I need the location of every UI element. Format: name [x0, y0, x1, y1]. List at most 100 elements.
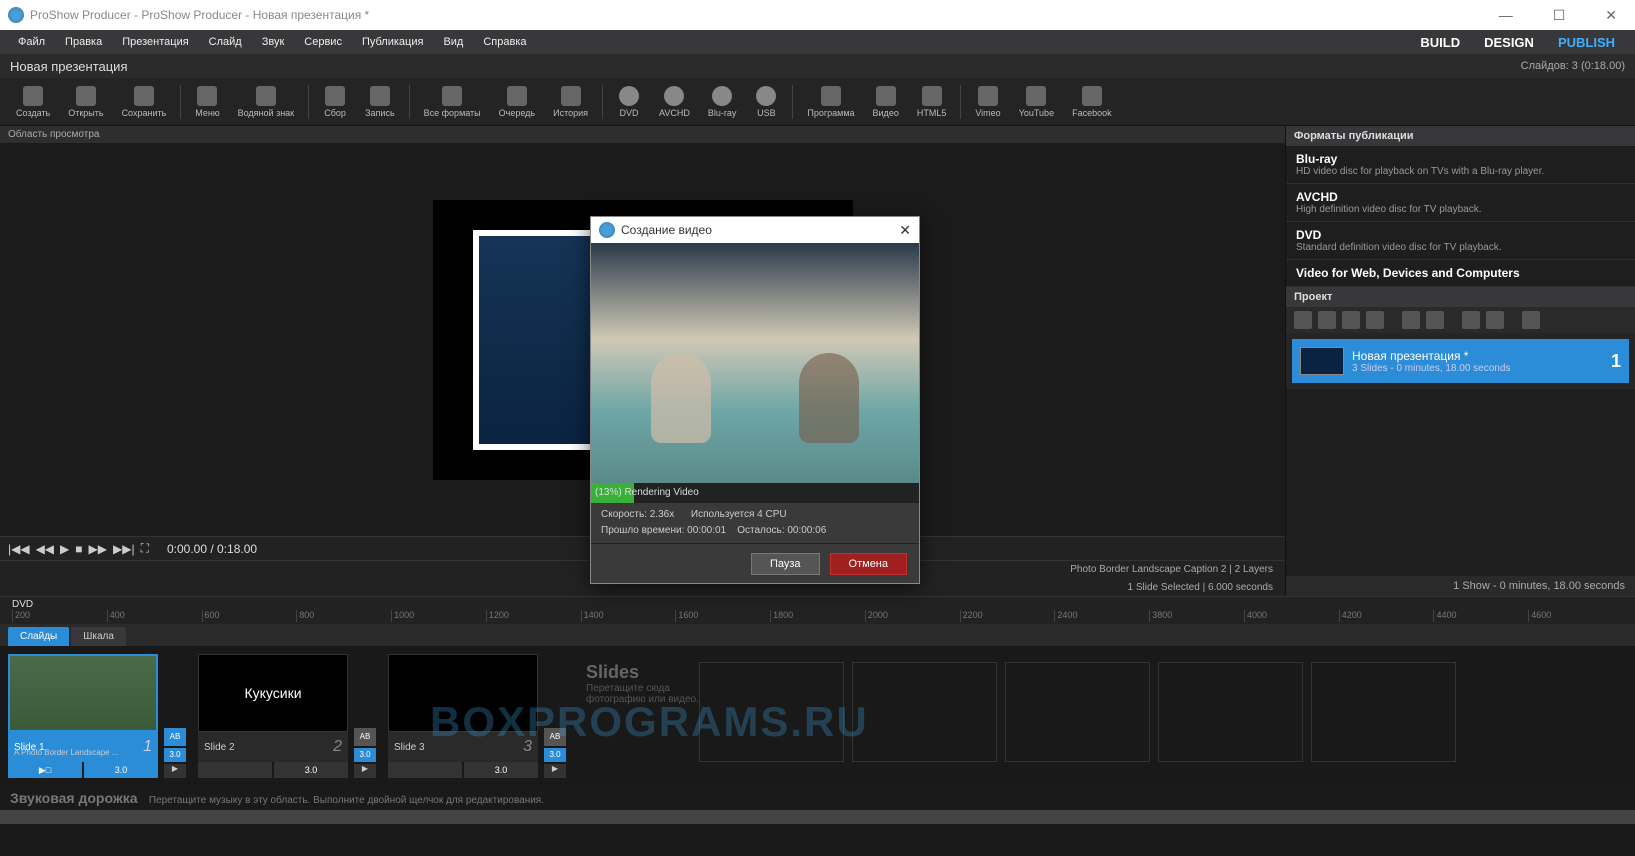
slide-transition[interactable]: AB3.0▶: [352, 654, 378, 778]
toolbar-html5[interactable]: HTML5: [909, 84, 955, 120]
transition-icon[interactable]: AB: [354, 728, 376, 746]
slides-tabs: Слайды Шкала: [0, 624, 1635, 646]
toolbar-usb[interactable]: USB: [746, 84, 786, 120]
proj-tool-remove-icon[interactable]: [1426, 311, 1444, 329]
close-button[interactable]: ✕: [1595, 3, 1627, 28]
toolbar-сохранить[interactable]: Сохранить: [114, 84, 175, 120]
proj-tool-props-icon[interactable]: [1366, 311, 1384, 329]
slide-thumb[interactable]: Кукусики: [198, 654, 348, 732]
toolbar-создать[interactable]: Создать: [8, 84, 58, 120]
minimize-button[interactable]: —: [1489, 3, 1523, 28]
next-button[interactable]: ▶▶: [89, 542, 107, 556]
project-entry[interactable]: Новая презентация * 3 Slides - 0 minutes…: [1292, 339, 1629, 383]
slide-transition[interactable]: AB3.0▶: [542, 654, 568, 778]
menu-file[interactable]: Файл: [8, 33, 55, 51]
toolbar-видео[interactable]: Видео: [865, 84, 907, 120]
slide-foot-right[interactable]: 3.0: [274, 762, 348, 778]
tab-publish[interactable]: PUBLISH: [1546, 32, 1627, 53]
toolbar-открыть[interactable]: Открыть: [60, 84, 111, 120]
slide-thumb[interactable]: [388, 654, 538, 732]
project-entry-detail: 3 Slides - 0 minutes, 18.00 seconds: [1352, 363, 1603, 374]
proj-tool-add-icon[interactable]: [1402, 311, 1420, 329]
menu-edit[interactable]: Правка: [55, 33, 112, 51]
first-button[interactable]: |◀◀: [8, 542, 30, 556]
proj-tool-up-icon[interactable]: [1462, 311, 1480, 329]
slides-placeholder[interactable]: SlidesПеретащите сюдафотографию или виде…: [578, 654, 1627, 778]
empty-slide-slot[interactable]: [1311, 662, 1456, 762]
slide[interactable]: Slide 1A Photo Border Landscape ...1▶□3.…: [8, 654, 188, 778]
empty-slide-slot[interactable]: [1158, 662, 1303, 762]
play-button[interactable]: ▶: [60, 542, 69, 556]
menu-presentation[interactable]: Презентация: [112, 33, 198, 51]
toolbar-программа[interactable]: Программа: [799, 84, 862, 120]
transition-icon[interactable]: AB: [164, 728, 186, 746]
dialog-close-icon[interactable]: ✕: [899, 222, 911, 239]
menu-publication[interactable]: Публикация: [352, 33, 433, 51]
slide-foot-left[interactable]: [198, 762, 272, 778]
toolbar-dvd[interactable]: DVD: [609, 84, 649, 120]
slide-foot-right[interactable]: 3.0: [464, 762, 538, 778]
format-avchd[interactable]: AVCHDHigh definition video disc for TV p…: [1286, 184, 1635, 222]
format-dvd[interactable]: DVDStandard definition video disc for TV…: [1286, 222, 1635, 260]
slide-transition[interactable]: AB3.0▶: [162, 654, 188, 778]
tab-scale[interactable]: Шкала: [71, 627, 126, 646]
toolbar-icon: [922, 86, 942, 106]
empty-slide-slot[interactable]: [1005, 662, 1150, 762]
publish-formats-header: Форматы публикации: [1286, 126, 1635, 146]
tab-slides[interactable]: Слайды: [8, 627, 69, 646]
toolbar-сбор[interactable]: Сбор: [315, 84, 355, 120]
publish-formats-list: Blu-rayHD video disc for playback on TVs…: [1286, 146, 1635, 287]
dialog-buttons: Пауза Отмена: [591, 543, 919, 583]
tab-build[interactable]: BUILD: [1408, 32, 1472, 53]
maximize-button[interactable]: ☐: [1543, 3, 1576, 28]
pause-button[interactable]: Пауза: [751, 553, 820, 575]
toolbar-icon: [197, 86, 217, 106]
toolbar-youtube[interactable]: YouTube: [1011, 84, 1062, 120]
toolbar-blu-ray[interactable]: Blu-ray: [700, 84, 745, 120]
proj-tool-new-icon[interactable]: [1294, 311, 1312, 329]
menu-help[interactable]: Справка: [473, 33, 536, 51]
proj-tool-save-icon[interactable]: [1342, 311, 1360, 329]
toolbar-vimeo[interactable]: Vimeo: [967, 84, 1008, 120]
empty-slide-slot[interactable]: [852, 662, 997, 762]
toolbar-icon: [134, 86, 154, 106]
dialog-titlebar[interactable]: Создание видео ✕: [591, 217, 919, 243]
empty-slide-slot[interactable]: [699, 662, 844, 762]
format-blu-ray[interactable]: Blu-rayHD video disc for playback on TVs…: [1286, 146, 1635, 184]
audio-track[interactable]: Звуковая дорожка Перетащите музыку в эту…: [0, 786, 1635, 810]
remain-value: 00:00:06: [787, 525, 826, 536]
toolbar-меню[interactable]: Меню: [187, 84, 227, 120]
slide-foot-left[interactable]: ▶□: [8, 762, 82, 778]
transition-icon[interactable]: AB: [544, 728, 566, 746]
horizontal-scrollbar[interactable]: [0, 810, 1635, 824]
toolbar-avchd[interactable]: AVCHD: [651, 84, 698, 120]
toolbar-facebook[interactable]: Facebook: [1064, 84, 1120, 120]
toolbar-запись[interactable]: Запись: [357, 84, 403, 120]
menu-sound[interactable]: Звук: [252, 33, 295, 51]
slide-foot-right[interactable]: 3.0: [84, 762, 158, 778]
fullscreen-button[interactable]: ⛶: [141, 541, 149, 556]
prev-button[interactable]: ◀◀: [36, 542, 54, 556]
toolbar-очередь[interactable]: Очередь: [491, 84, 543, 120]
toolbar-история[interactable]: История: [545, 84, 596, 120]
slide-foot-left[interactable]: [388, 762, 462, 778]
format-video-for-web-devices-and-computers[interactable]: Video for Web, Devices and Computers: [1286, 260, 1635, 287]
proj-tool-open-icon[interactable]: [1318, 311, 1336, 329]
proj-tool-grid-icon[interactable]: [1522, 311, 1540, 329]
slide-label: Slide 1A Photo Border Landscape ...1: [8, 732, 158, 762]
slide-thumb[interactable]: [8, 654, 158, 732]
menu-view[interactable]: Вид: [433, 33, 473, 51]
toolbar-все форматы[interactable]: Все форматы: [416, 84, 489, 120]
proj-tool-down-icon[interactable]: [1486, 311, 1504, 329]
slide[interactable]: Slide 333.0AB3.0▶: [388, 654, 568, 778]
menu-slide[interactable]: Слайд: [199, 33, 252, 51]
cancel-button[interactable]: Отмена: [830, 553, 907, 575]
timeline-ruler[interactable]: DVD 200400600800100012001400160018002000…: [0, 596, 1635, 624]
toolbar-водяной знак[interactable]: Водяной знак: [230, 84, 302, 120]
stop-button[interactable]: ■: [75, 542, 82, 556]
speed-label: Скорость:: [601, 509, 647, 520]
last-button[interactable]: ▶▶|: [113, 542, 135, 556]
slide[interactable]: КукусикиSlide 223.0AB3.0▶: [198, 654, 378, 778]
menu-service[interactable]: Сервис: [294, 33, 352, 51]
tab-design[interactable]: DESIGN: [1472, 32, 1546, 53]
